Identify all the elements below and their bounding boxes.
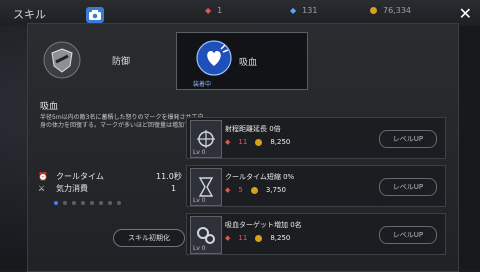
cooldown-row: ⏰ クールタイム 11.0秒 xyxy=(38,171,182,182)
upgrade-cost: ◆ 11 8,250 xyxy=(225,234,290,242)
resource-gold: 76,334 xyxy=(370,6,411,15)
resource-gem: ◆ 131 xyxy=(290,6,318,15)
tab-bloodsuck[interactable]: 装着中 吸血 xyxy=(176,32,308,90)
alarm-clock-icon: ⏰ xyxy=(38,172,48,181)
resource-ruby: ◆ 1 xyxy=(205,6,223,15)
page-title: スキル xyxy=(13,8,46,21)
ruby-icon: ◆ xyxy=(225,138,231,146)
upgrade-cost: ◆ 11 8,250 xyxy=(225,138,290,146)
crosshair-icon: Lv 0 xyxy=(190,120,222,158)
pager-dot[interactable] xyxy=(108,201,112,205)
pager-dot[interactable] xyxy=(63,201,67,205)
level-up-button[interactable]: レベルUP xyxy=(379,130,437,148)
energy-cost-value: 1 xyxy=(171,184,177,193)
upgrade-level: Lv 0 xyxy=(193,149,206,156)
upgrade-cost: ◆ 5 3,750 xyxy=(225,186,286,194)
crossed-swords-icon: ⚔ xyxy=(38,184,46,193)
tab-defense-label: 防御 xyxy=(112,57,131,67)
skill-name: 吸血 xyxy=(40,102,59,112)
upgrade-name: 吸血ターゲット増加 0名 xyxy=(225,221,302,229)
close-button[interactable]: ✕ xyxy=(459,4,472,23)
upgrade-level: Lv 0 xyxy=(193,197,206,204)
bloodsuck-icon xyxy=(196,40,232,76)
gold-cost: 8,250 xyxy=(270,138,291,146)
upgrade-level: Lv 0 xyxy=(193,245,206,252)
upgrade-row-cooldown: Lv 0 クールタイム短縮 0% ◆ 5 3,750 レベルUP xyxy=(186,165,446,207)
gold-coin-icon xyxy=(370,7,377,14)
ruby-icon: ◆ xyxy=(225,234,231,242)
upgrade-row-range: Lv 0 射程距離延長 0倍 ◆ 11 8,250 レベルUP xyxy=(186,117,446,159)
pager-dot[interactable] xyxy=(90,201,94,205)
energy-cost-label: 気力消費 xyxy=(56,184,88,193)
gold-cost: 3,750 xyxy=(265,186,286,194)
level-up-button[interactable]: レベルUP xyxy=(379,226,437,244)
tab-bloodsuck-label: 吸血 xyxy=(239,58,258,68)
pager-dot[interactable] xyxy=(99,201,103,205)
ruby-icon: ◆ xyxy=(225,186,231,194)
gold-cost: 8,250 xyxy=(270,234,291,242)
ruby-cost: 11 xyxy=(238,234,248,242)
level-up-button[interactable]: レベルUP xyxy=(379,178,437,196)
camera-button[interactable] xyxy=(86,7,104,23)
skill-description: 半径5m以内の敵3名に蓄積した怒りのマークを爆発させて自身の体力を回復する。マー… xyxy=(40,114,204,129)
pager-dot[interactable] xyxy=(54,201,58,205)
pager-dot[interactable] xyxy=(81,201,85,205)
energy-cost-row: ⚔ 気力消費 1 xyxy=(38,183,176,194)
gold-coin-icon xyxy=(250,186,258,194)
skill-tabs: 防御 装着中 吸血 xyxy=(28,32,458,90)
gold-coin-icon xyxy=(255,234,263,242)
gem-icon: ◆ xyxy=(290,6,297,15)
cooldown-label: クールタイム xyxy=(56,172,104,181)
ruby-cost: 11 xyxy=(238,138,248,146)
skill-reset-button[interactable]: スキル初期化 xyxy=(113,229,185,247)
upgrade-name: 射程距離延長 0倍 xyxy=(225,125,281,133)
ruby-icon: ◆ xyxy=(205,6,212,15)
equipped-badge: 装着中 xyxy=(193,81,212,88)
tab-defense[interactable]: 防御 xyxy=(28,32,176,88)
skill-panel: 防御 装着中 吸血 吸血 半径5m以内の敵3名に蓄積した怒りのマークを爆発させて… xyxy=(27,23,459,272)
hourglass-icon: Lv 0 xyxy=(190,168,222,206)
cooldown-value: 11.0秒 xyxy=(156,172,182,181)
pager-dots xyxy=(54,201,121,205)
gold-coin-icon xyxy=(255,138,263,146)
pager-dot[interactable] xyxy=(117,201,121,205)
camera-icon xyxy=(89,10,101,20)
upgrade-name: クールタイム短縮 0% xyxy=(225,173,295,181)
upgrade-row-targets: Lv 0 吸血ターゲット増加 0名 ◆ 11 8,250 レベルUP xyxy=(186,213,446,255)
gears-icon: Lv 0 xyxy=(190,216,222,254)
shield-icon xyxy=(43,41,81,79)
ruby-cost: 5 xyxy=(238,186,243,194)
pager-dot[interactable] xyxy=(72,201,76,205)
